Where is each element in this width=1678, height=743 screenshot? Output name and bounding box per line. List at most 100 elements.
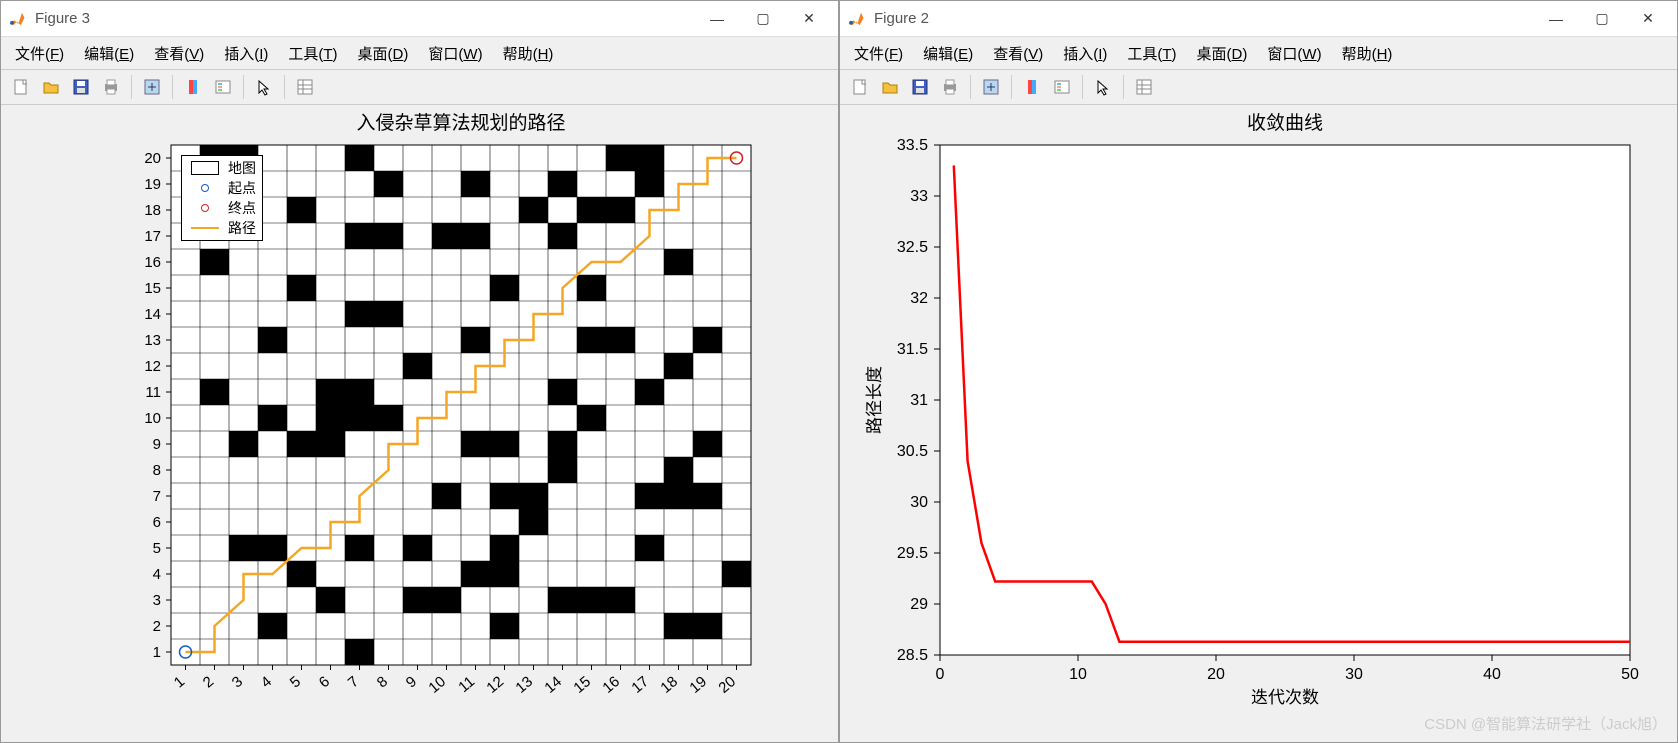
svg-text:9: 9 [153, 436, 161, 453]
property-icon[interactable] [1130, 73, 1158, 101]
watermark: CSDN @智能算法研学社（Jack旭） [1424, 713, 1667, 734]
legend-end: 终点 [228, 198, 256, 218]
svg-text:4: 4 [258, 673, 275, 691]
legend-icon[interactable] [1048, 73, 1076, 101]
menu-edit[interactable]: 编辑(E) [84, 43, 134, 64]
toolbar [1, 69, 838, 105]
svg-text:10: 10 [144, 410, 161, 427]
menu-insert[interactable]: 插入(I) [224, 43, 268, 64]
minimize-button[interactable]: — [694, 4, 740, 34]
svg-text:30: 30 [910, 494, 928, 511]
figure-window-3: Figure 3 — ▢ ✕ 文件(F) 编辑(E) 查看(V) 插入(I) 工… [0, 0, 839, 743]
print-icon[interactable] [97, 73, 125, 101]
svg-text:17: 17 [628, 673, 652, 697]
svg-text:50: 50 [1621, 666, 1639, 683]
titlebar[interactable]: Figure 2 — ▢ ✕ [840, 1, 1677, 37]
menu-tools[interactable]: 工具(T) [1127, 43, 1176, 64]
svg-text:3: 3 [229, 673, 246, 691]
svg-text:7: 7 [345, 673, 362, 691]
legend-path: 路径 [228, 218, 256, 238]
svg-text:5: 5 [287, 673, 304, 691]
maximize-button[interactable]: ▢ [1579, 4, 1625, 34]
colorbar-icon[interactable] [1018, 73, 1046, 101]
svg-text:20: 20 [144, 150, 161, 167]
menu-file[interactable]: 文件(F) [854, 43, 903, 64]
svg-text:33.5: 33.5 [897, 137, 928, 154]
legend-map: 地图 [228, 158, 256, 178]
svg-text:12: 12 [144, 358, 161, 375]
svg-text:8: 8 [374, 673, 391, 691]
open-icon[interactable] [37, 73, 65, 101]
menu-insert[interactable]: 插入(I) [1063, 43, 1107, 64]
svg-text:40: 40 [1483, 666, 1501, 683]
svg-text:11: 11 [455, 673, 478, 696]
titlebar[interactable]: Figure 3 — ▢ ✕ [1, 1, 838, 37]
svg-text:19: 19 [144, 176, 161, 193]
svg-text:收敛曲线: 收敛曲线 [1247, 112, 1323, 134]
figure-area: 入侵杂草算法规划的路径12345678910111213141516171819… [1, 105, 838, 742]
menubar: 文件(F) 编辑(E) 查看(V) 插入(I) 工具(T) 桌面(D) 窗口(W… [1, 37, 838, 69]
figure-window-2: Figure 2 — ▢ ✕ 文件(F) 编辑(E) 查看(V) 插入(I) 工… [839, 0, 1678, 743]
menu-window[interactable]: 窗口(W) [428, 43, 482, 64]
save-icon[interactable] [906, 73, 934, 101]
maximize-button[interactable]: ▢ [740, 4, 786, 34]
svg-text:30.5: 30.5 [897, 443, 928, 460]
svg-text:路径长度: 路径长度 [865, 366, 884, 434]
colorbar-icon[interactable] [179, 73, 207, 101]
menu-file[interactable]: 文件(F) [15, 43, 64, 64]
svg-text:20: 20 [1207, 666, 1225, 683]
pointer-icon[interactable] [1089, 73, 1117, 101]
minimize-button[interactable]: — [1533, 4, 1579, 34]
svg-text:29.5: 29.5 [897, 545, 928, 562]
svg-text:28.5: 28.5 [897, 647, 928, 664]
window-title: Figure 3 [35, 10, 694, 27]
svg-text:16: 16 [599, 673, 623, 697]
svg-text:3: 3 [153, 592, 161, 609]
new-icon[interactable] [7, 73, 35, 101]
svg-text:1: 1 [153, 644, 161, 661]
data-cursor-icon[interactable] [138, 73, 166, 101]
svg-text:迭代次数: 迭代次数 [1251, 688, 1319, 707]
close-button[interactable]: ✕ [1625, 4, 1671, 34]
menu-desktop[interactable]: 桌面(D) [1197, 43, 1248, 64]
svg-text:17: 17 [144, 228, 161, 245]
close-button[interactable]: ✕ [786, 4, 832, 34]
svg-text:15: 15 [144, 280, 161, 297]
svg-text:14: 14 [144, 306, 161, 323]
menu-help[interactable]: 帮助(H) [1342, 43, 1393, 64]
menu-view[interactable]: 查看(V) [154, 43, 204, 64]
svg-text:13: 13 [512, 673, 536, 697]
svg-text:10: 10 [1069, 666, 1087, 683]
save-icon[interactable] [67, 73, 95, 101]
menu-view[interactable]: 查看(V) [993, 43, 1043, 64]
legend-icon[interactable] [209, 73, 237, 101]
svg-text:6: 6 [316, 673, 333, 691]
menu-help[interactable]: 帮助(H) [503, 43, 554, 64]
svg-text:10: 10 [425, 673, 449, 697]
legend[interactable]: 地图 起点 终点 路径 [181, 155, 263, 241]
matlab-icon [7, 9, 27, 29]
svg-text:18: 18 [657, 673, 681, 697]
svg-text:18: 18 [144, 202, 161, 219]
open-icon[interactable] [876, 73, 904, 101]
menubar: 文件(F) 编辑(E) 查看(V) 插入(I) 工具(T) 桌面(D) 窗口(W… [840, 37, 1677, 69]
svg-text:2: 2 [153, 618, 161, 635]
svg-text:14: 14 [541, 673, 565, 697]
menu-edit[interactable]: 编辑(E) [923, 43, 973, 64]
menu-tools[interactable]: 工具(T) [288, 43, 337, 64]
menu-window[interactable]: 窗口(W) [1267, 43, 1321, 64]
svg-text:31.5: 31.5 [897, 341, 928, 358]
property-icon[interactable] [291, 73, 319, 101]
svg-text:7: 7 [153, 488, 161, 505]
svg-text:16: 16 [144, 254, 161, 271]
svg-text:13: 13 [144, 332, 161, 349]
print-icon[interactable] [936, 73, 964, 101]
pointer-icon[interactable] [250, 73, 278, 101]
svg-text:20: 20 [715, 673, 739, 697]
new-icon[interactable] [846, 73, 874, 101]
convergence-chart: 收敛曲线28.52929.53030.53131.53232.53333.501… [840, 105, 1660, 725]
figure-area: 收敛曲线28.52929.53030.53131.53232.53333.501… [840, 105, 1677, 742]
menu-desktop[interactable]: 桌面(D) [358, 43, 409, 64]
svg-text:9: 9 [403, 673, 420, 691]
data-cursor-icon[interactable] [977, 73, 1005, 101]
